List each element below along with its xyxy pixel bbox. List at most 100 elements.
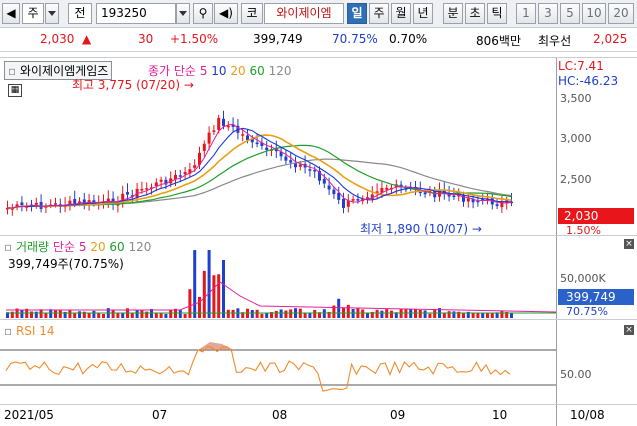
x-axis-labels: 2021/05 07 08 09 10: [0, 405, 556, 426]
candle-body: [207, 132, 211, 144]
volume-bar: [447, 311, 451, 318]
interval-3[interactable]: 3: [538, 3, 558, 24]
volume-bar: [284, 310, 288, 318]
volume-bar: [159, 313, 163, 318]
interval-20[interactable]: 20: [608, 3, 634, 24]
lc-label: LC:7.41: [558, 59, 604, 73]
volume-bar: [49, 309, 53, 318]
best-ask-label: 최우선: [538, 34, 572, 48]
candle-body: [222, 118, 225, 127]
code-button[interactable]: 코: [241, 3, 263, 24]
volume-chart[interactable]: [0, 236, 557, 320]
candle-body: [495, 204, 499, 206]
candle-body: [34, 202, 38, 205]
x-label-aug: 08: [272, 408, 288, 422]
candle-body: [183, 172, 187, 175]
search-button[interactable]: ⚲: [193, 3, 213, 24]
up-triangle-icon: ▲: [82, 32, 92, 46]
volume-panel[interactable]: ▫ 거래량 단순 5 20 60 120 399,749주(70.75%) × …: [0, 235, 637, 320]
candle-body: [178, 175, 182, 177]
volume-bar: [486, 313, 489, 318]
volume-bar: [366, 312, 369, 318]
turnover-ratio: 0.70%: [389, 32, 428, 46]
type-select[interactable]: 주: [22, 3, 44, 24]
price-change: 30: [138, 32, 154, 46]
sound-button[interactable]: ◀): [214, 3, 238, 24]
candle-body: [126, 192, 129, 195]
x-label-oct: 10: [492, 408, 508, 422]
ma60-line: [7, 144, 512, 209]
trade-amount: 806백만: [476, 34, 521, 48]
code-input[interactable]: 193250: [96, 3, 176, 24]
close-icon[interactable]: ×: [624, 325, 634, 335]
volume-bar: [164, 313, 168, 318]
search-icon: ⚲: [198, 6, 208, 20]
price-chart[interactable]: [0, 58, 556, 236]
volume-bar: [385, 309, 389, 318]
vol-y-tick: 50,000K: [560, 272, 606, 285]
volume-bar: [390, 310, 393, 318]
candle-body: [423, 192, 427, 195]
volume-ratio: 70.75%: [332, 32, 378, 46]
candle-body: [284, 156, 288, 161]
x-axis: 2021/05 07 08 09 10 10/08: [0, 404, 637, 426]
candle-body: [298, 164, 302, 167]
period-year[interactable]: 년: [413, 3, 433, 24]
current-price-tag: 2,030: [558, 208, 634, 224]
stock-name[interactable]: 와이제이엠: [264, 3, 344, 24]
interval-10[interactable]: 10: [582, 3, 606, 24]
x-label-sep: 09: [390, 408, 406, 422]
rsi-chart[interactable]: [0, 320, 556, 405]
period-week[interactable]: 주: [369, 3, 389, 24]
period-day[interactable]: 일: [347, 3, 367, 24]
volume-bar: [442, 313, 446, 318]
candle-body: [154, 182, 158, 187]
candle-body: [20, 202, 24, 206]
period-second[interactable]: 초: [465, 3, 485, 24]
prev-button[interactable]: ◀: [2, 3, 20, 24]
candle-body: [265, 147, 269, 151]
volume-bar: [313, 309, 317, 318]
candle-body: [342, 198, 345, 208]
period-month[interactable]: 월: [391, 3, 411, 24]
candle-body: [308, 169, 312, 171]
y-tick-2500: 2,500: [560, 173, 592, 186]
hc-label: HC:-46.23: [558, 74, 619, 88]
chevron-down-icon: [48, 11, 56, 16]
volume-bar: [39, 309, 43, 318]
volume-bar: [58, 310, 62, 318]
interval-1[interactable]: 1: [516, 3, 536, 24]
rsi-panel[interactable]: ▫ RSI 14 × 50.00: [0, 319, 637, 405]
volume-bar: [183, 313, 187, 318]
candle-body: [385, 187, 389, 190]
candle-body: [452, 195, 456, 197]
volume-value: 399,749: [253, 32, 303, 46]
rsi-line: [5, 345, 511, 392]
volume-bar: [250, 310, 254, 318]
type-dropdown[interactable]: [45, 3, 59, 24]
volume-bar: [322, 309, 326, 318]
best-ask-price: 2,025: [593, 32, 628, 46]
close-icon[interactable]: ×: [624, 239, 634, 249]
volume-bar: [423, 310, 427, 318]
candle-body: [356, 199, 360, 201]
price-panel[interactable]: ▫ 와이제이엠게임즈 종가 단순 5 10 20 60 120 ▦ LC:7.4…: [0, 57, 637, 237]
candle-body: [351, 199, 355, 201]
volume-bar: [44, 312, 48, 318]
code-dropdown[interactable]: [176, 3, 190, 24]
x-right-date: 10/08: [570, 408, 605, 422]
volume-bar: [274, 310, 278, 318]
candle-body: [54, 203, 57, 205]
volume-bar: [414, 309, 417, 318]
candle-body: [145, 188, 149, 190]
volume-bar: [433, 309, 437, 318]
period-select[interactable]: 전: [68, 3, 92, 24]
volume-bar: [452, 311, 456, 318]
volume-bar: [265, 313, 269, 318]
volume-bar: [202, 270, 206, 318]
interval-5[interactable]: 5: [560, 3, 580, 24]
candle-body: [217, 117, 221, 130]
period-minute[interactable]: 분: [443, 3, 463, 24]
volume-bar: [279, 309, 283, 318]
period-tick[interactable]: 틱: [487, 3, 507, 24]
